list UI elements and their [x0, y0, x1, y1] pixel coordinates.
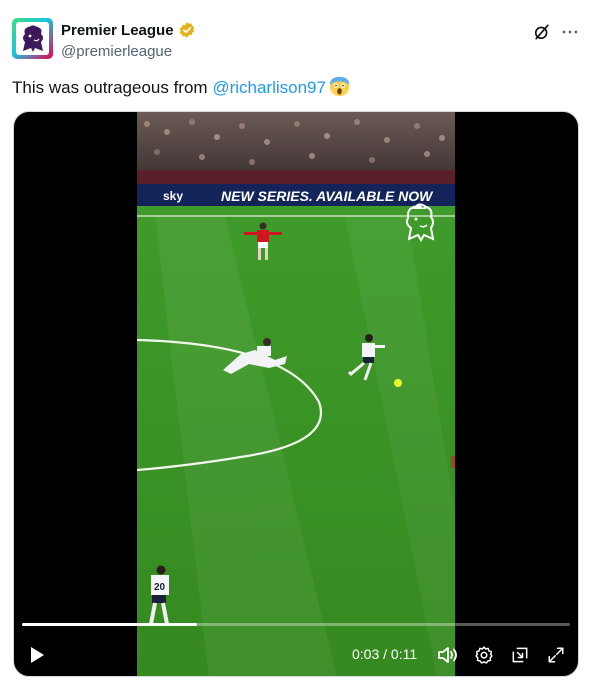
author-handle[interactable]: @premierleague — [61, 43, 172, 60]
screaming-face-emoji — [329, 76, 350, 97]
fullscreen-button[interactable] — [545, 642, 567, 668]
video-player[interactable]: sky NEW SERIES. AVAILABLE NOW 20 0:03 / … — [13, 111, 579, 677]
mention-link[interactable]: @richarlison97 — [212, 78, 326, 97]
settings-button[interactable] — [473, 642, 495, 668]
video-progress-fill — [22, 623, 198, 626]
grok-icon — [534, 24, 549, 40]
video-time-separator: / — [379, 646, 391, 662]
video-frame[interactable]: sky NEW SERIES. AVAILABLE NOW 20 — [137, 112, 455, 676]
more-button[interactable] — [558, 20, 582, 44]
expand-icon — [548, 647, 564, 663]
play-icon — [31, 647, 44, 663]
tweet-text-body: This was outrageous from — [12, 78, 213, 97]
video-duration: 0:11 — [390, 646, 418, 662]
more-icon — [562, 30, 578, 34]
ball — [394, 379, 402, 387]
pip-icon — [512, 647, 528, 663]
verified-badge-icon — [178, 21, 196, 39]
advertising-board-text: NEW SERIES. AVAILABLE NOW — [221, 188, 434, 204]
avatar[interactable] — [12, 18, 53, 59]
tweet[interactable]: Premier League @premierleague This was o… — [0, 0, 592, 687]
picture-in-picture-button[interactable] — [509, 642, 531, 668]
svg-text:20: 20 — [154, 582, 166, 593]
video-time: 0:03 / 0:11 — [352, 646, 417, 662]
tweet-text: This was outrageous from @richarlison97 — [12, 76, 350, 99]
premier-league-logo — [16, 22, 49, 55]
video-progress-bar[interactable] — [22, 623, 570, 626]
author-display-name[interactable]: Premier League — [61, 22, 174, 39]
mute-button[interactable] — [437, 642, 459, 668]
author-name-row[interactable]: Premier League — [61, 21, 196, 39]
sponsor-board-logo: sky — [163, 189, 183, 203]
grok-button[interactable] — [530, 20, 554, 44]
gear-icon — [475, 646, 493, 664]
volume-icon — [438, 647, 457, 663]
play-button[interactable] — [26, 642, 48, 668]
video-current-time: 0:03 — [352, 646, 380, 662]
